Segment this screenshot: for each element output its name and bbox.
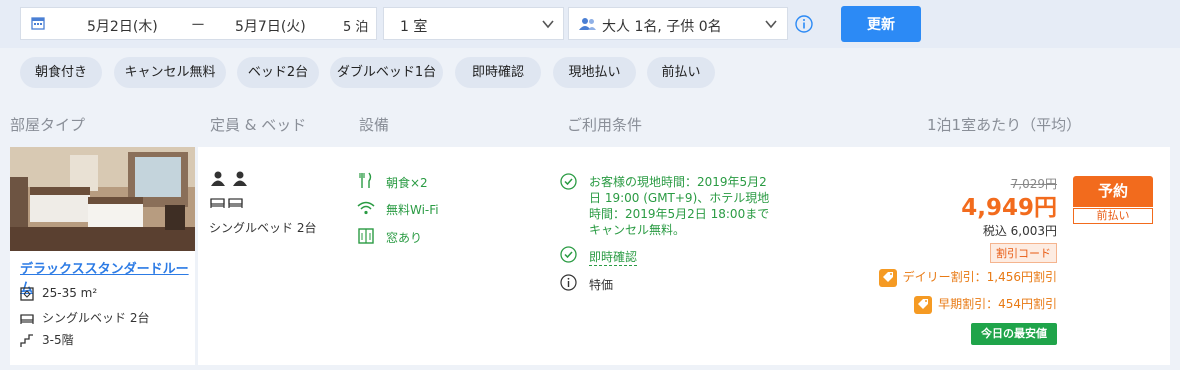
info-circle-icon (560, 274, 577, 291)
date-range-picker[interactable]: 5月2日(木) ー 5月7日(火) 5 泊 (20, 7, 377, 40)
daily-discount-row: デイリー割引：1,456円割引 (878, 268, 1057, 287)
room-bed: シングルベッド 2台 (42, 311, 150, 325)
nights-count: 5 泊 (343, 20, 369, 35)
header-price: 1泊1室あたり（平均） (927, 116, 1082, 134)
facility-window: 窓あり (386, 231, 423, 245)
guests-value: 大人 1名, 子供 0名 (602, 19, 722, 35)
daily-discount: デイリー割引：1,456円割引 (902, 270, 1057, 284)
early-discount: 早期割引：454円割引 (938, 297, 1057, 311)
update-button[interactable]: 更新 (841, 6, 921, 42)
room-photo[interactable] (10, 147, 195, 251)
window-icon (358, 228, 374, 244)
filter-chip-twin-beds[interactable]: ベッド2台 (237, 57, 319, 88)
filter-chip-prepay[interactable]: 前払い (647, 57, 715, 88)
room-floor: 3-5階 (42, 333, 74, 347)
instant-confirm-link[interactable]: 即時確認 (589, 248, 638, 266)
prepay-label: 前払い (1073, 208, 1153, 224)
stairs-icon (20, 333, 33, 347)
wifi-icon (357, 201, 375, 215)
room-size-icon (20, 286, 34, 301)
header-room-type: 部屋タイプ (10, 116, 86, 134)
checkout-date[interactable]: 5月7日(火) (235, 16, 306, 36)
header-conditions: ご利用条件 (567, 116, 643, 134)
header-facilities: 設備 (359, 116, 390, 134)
facility-breakfast: 朝食×2 (386, 176, 428, 190)
facility-wifi: 無料Wi-Fi (386, 203, 439, 217)
tag-icon (914, 295, 933, 314)
room-photo-image (10, 147, 195, 251)
room-floor-row: 3-5階 (20, 331, 74, 348)
bed-icon (20, 313, 34, 324)
book-button[interactable]: 予約 (1073, 176, 1153, 207)
check-circle-icon (560, 246, 577, 263)
search-bar: 5月2日(木) ー 5月7日(火) 5 泊 1 室 大人 1名, 子供 0名 更… (0, 0, 1180, 48)
lowest-price-badge: 今日の最安値 (971, 323, 1057, 345)
checkin-date[interactable]: 5月2日(木) (87, 16, 158, 36)
free-cancel-condition: お客様の現地時間：2019年5月2日 19:00 (GMT+9)、ホテル現地時間… (589, 175, 770, 237)
room-card: デラックススタンダードルーム 25-35 m² シングルベッド 2台 3-5階 (10, 147, 195, 365)
chevron-down-icon (765, 20, 777, 29)
people-icon (579, 18, 596, 30)
check-circle-icon (560, 173, 577, 190)
filter-chip-double-bed[interactable]: ダブルベッド1台 (330, 57, 443, 88)
price-with-tax: 税込 6,003円 (982, 224, 1057, 238)
special-price-condition: 特価 (589, 278, 614, 292)
date-separator: ー (191, 18, 205, 34)
rooms-select[interactable]: 1 室 (383, 7, 564, 40)
chevron-down-icon (542, 20, 554, 29)
filter-chip-pay-at-hotel[interactable]: 現地払い (553, 57, 636, 88)
filter-chip-free-cancel[interactable]: キャンセル無料 (114, 57, 226, 88)
room-size-row: 25-35 m² (20, 286, 97, 301)
breakfast-icon (359, 172, 372, 188)
filter-chip-breakfast[interactable]: 朝食付き (20, 57, 102, 88)
guests-select[interactable]: 大人 1名, 子供 0名 (568, 7, 788, 40)
room-size: 25-35 m² (42, 286, 98, 300)
early-discount-row: 早期割引：454円割引 (914, 295, 1057, 314)
calendar-icon (31, 17, 45, 30)
header-capacity: 定員 & ベッド (210, 116, 307, 134)
adults-2-icon (211, 171, 247, 186)
info-icon[interactable] (795, 15, 813, 33)
tag-icon (878, 268, 897, 287)
rooms-value: 1 室 (400, 19, 428, 35)
offer-card: シングルベッド 2台 朝食×2 無料Wi-Fi 窓あり お客様の現地時間：201… (198, 147, 1170, 365)
current-price: 4,949円 (961, 195, 1057, 221)
discount-code-badge[interactable]: 割引コード (990, 243, 1057, 263)
filter-chip-instant-confirm[interactable]: 即時確認 (455, 57, 541, 88)
twin-bed-icon (210, 198, 243, 208)
offer-bed-text: シングルベッド 2台 (209, 221, 317, 235)
room-bed-row: シングルベッド 2台 (20, 309, 149, 326)
